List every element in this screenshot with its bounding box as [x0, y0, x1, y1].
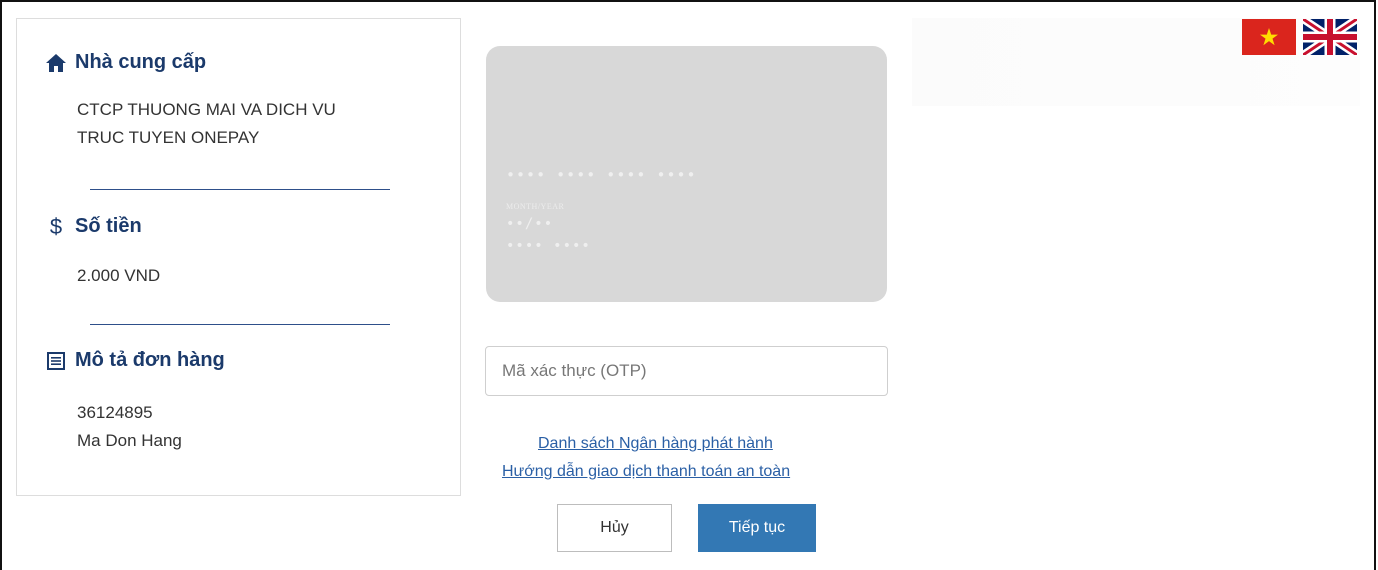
otp-input[interactable]: [485, 346, 888, 396]
order-info-panel: Nhà cung cấp CTCP THUONG MAI VA DICH VU …: [16, 18, 461, 496]
merchant-name-line1: CTCP THUONG MAI VA DICH VU: [77, 100, 336, 119]
vietnam-flag-icon[interactable]: [1242, 19, 1296, 55]
uk-flag-icon[interactable]: [1300, 15, 1360, 59]
order-heading: Mô tả đơn hàng: [45, 349, 225, 372]
safe-payment-guide-link[interactable]: Hướng dẫn giao dịch thanh toán an toàn: [502, 463, 790, 481]
home-icon: [45, 52, 67, 74]
card-expiry-label: MONTH/YEAR: [506, 202, 565, 211]
order-description: Ma Don Hang: [77, 431, 182, 450]
cancel-button[interactable]: Hủy: [557, 504, 672, 552]
card-preview: •••• •••• •••• •••• MONTH/YEAR ••/•• •••…: [486, 46, 887, 302]
merchant-title: Nhà cung cấp: [75, 51, 207, 73]
dollar-icon: $: [49, 213, 63, 239]
merchant-name-line2: TRUC TUYEN ONEPAY: [77, 128, 260, 147]
order-id: 36124895: [77, 403, 153, 422]
merchant-heading: Nhà cung cấp: [45, 51, 206, 74]
issuer-banks-link[interactable]: Danh sách Ngân hàng phát hành: [538, 435, 773, 453]
amount-title: Số tiền: [75, 215, 142, 237]
card-expiry-mask: ••/••: [506, 216, 554, 232]
amount-heading: $ Số tiền: [45, 213, 142, 239]
list-icon: [45, 350, 67, 372]
amount-value: 2.000 VND: [77, 266, 161, 285]
order-details: 36124895 Ma Don Hang: [77, 399, 182, 455]
divider: [90, 189, 390, 190]
continue-button[interactable]: Tiếp tục: [698, 504, 816, 552]
divider: [90, 324, 390, 325]
card-holder-mask: •••• ••••: [506, 238, 591, 254]
merchant-name: CTCP THUONG MAI VA DICH VU TRUC TUYEN ON…: [77, 96, 336, 152]
card-number-mask: •••• •••• •••• ••••: [506, 166, 697, 184]
order-title: Mô tả đơn hàng: [75, 349, 225, 371]
